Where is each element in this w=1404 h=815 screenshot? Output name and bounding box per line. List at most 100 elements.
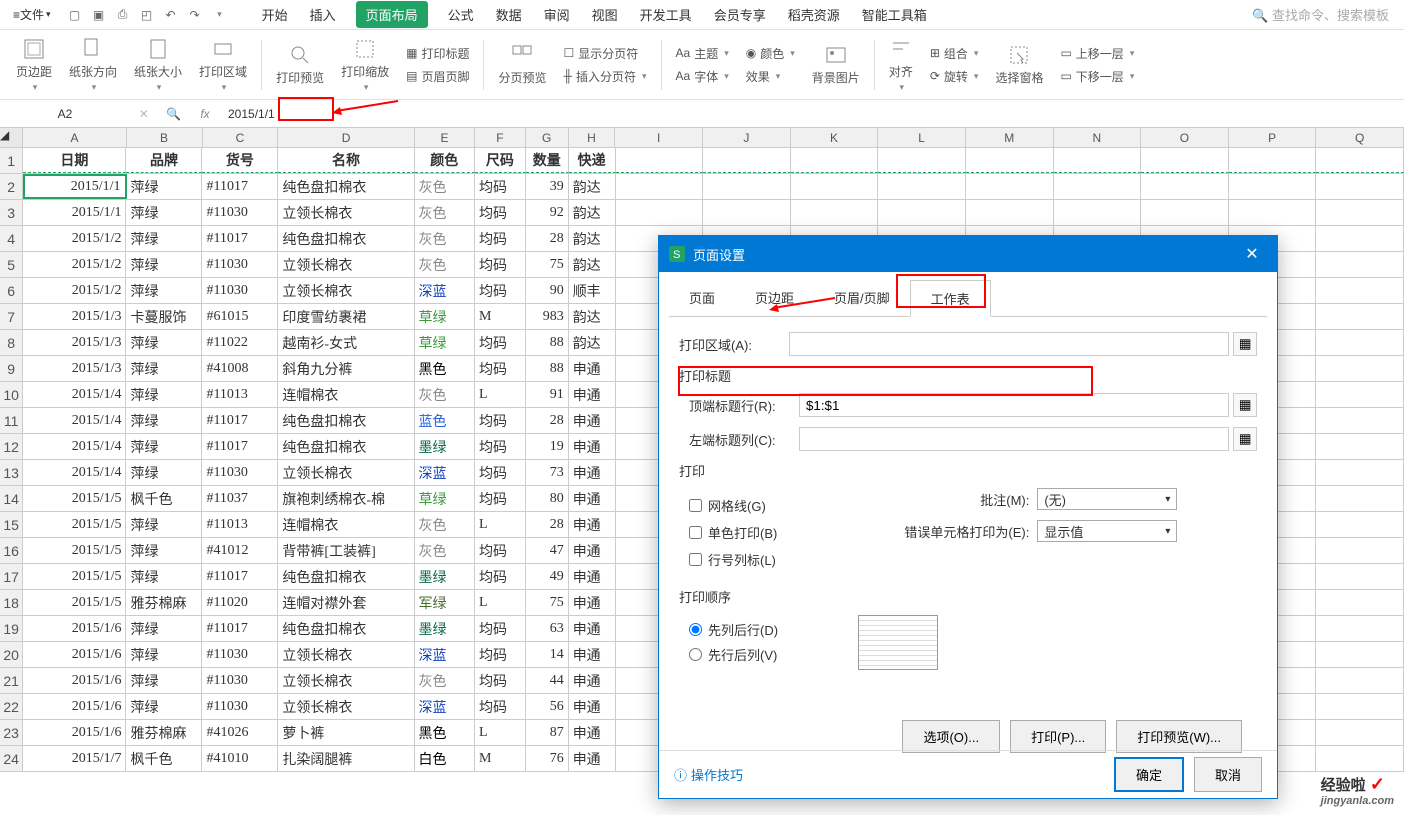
header-cell[interactable]: 名称 [278,148,414,173]
tab-9[interactable]: 稻壳资源 [786,1,842,28]
options-button[interactable]: 选项(O)... [902,720,1000,753]
cell[interactable]: 88 [526,356,569,381]
theme-button[interactable]: Aa 主题 [674,43,731,64]
ref-button[interactable]: ▦ [1233,332,1257,356]
cell[interactable]: 连帽对襟外套 [278,590,414,615]
cell[interactable]: #41008 [202,356,278,381]
cell[interactable]: 2015/1/4 [23,382,126,407]
cell[interactable]: M [475,304,526,329]
cell[interactable]: 申通 [569,746,616,771]
cell[interactable]: 44 [526,668,569,693]
col-header[interactable]: A [23,128,126,147]
cell[interactable]: 白色 [415,746,475,771]
cell[interactable]: 萍绿 [126,330,202,355]
cell[interactable]: 2015/1/3 [23,330,126,355]
cell[interactable]: 萍绿 [126,616,202,641]
cell[interactable]: 立领长棉衣 [278,252,414,277]
print-preview-button[interactable]: 打印预览 [270,41,330,88]
tips-link[interactable]: ⓘ 操作技巧 [674,765,743,784]
dialog-title-bar[interactable]: S 页面设置 ✕ [659,236,1277,272]
color-button[interactable]: ◉ 颜色 [744,43,797,64]
cell[interactable]: 均码 [475,434,526,459]
col-header[interactable]: E [415,128,475,147]
cell[interactable]: 申通 [569,694,616,719]
cell[interactable]: 申通 [569,590,616,615]
cell[interactable]: 萍绿 [126,668,202,693]
row-header[interactable]: 16 [0,538,23,563]
cell[interactable]: 28 [526,408,569,433]
ok-button[interactable]: 确定 [1114,757,1184,792]
cell[interactable]: 萍绿 [126,408,202,433]
cell[interactable]: 87 [526,720,569,745]
print-area-button[interactable]: 打印区域 [193,35,253,95]
file-menu[interactable]: ≡ 文件 ▾ [5,6,59,23]
cell[interactable]: 75 [526,590,569,615]
cell[interactable]: #11017 [202,226,278,251]
cell[interactable]: 萍绿 [126,278,202,303]
cell[interactable]: 萍绿 [126,538,202,563]
down-over-radio[interactable]: 先列后行(D) [689,620,778,639]
cell[interactable]: 韵达 [569,200,616,225]
cell[interactable]: 2015/1/7 [23,746,126,771]
cell[interactable]: 均码 [475,356,526,381]
cell[interactable]: 深蓝 [415,694,475,719]
cell[interactable]: 扎染阔腿裤 [278,746,414,771]
dialog-tab-0[interactable]: 页面 [669,280,735,316]
cell[interactable]: 萍绿 [126,252,202,277]
cell[interactable]: 背带裤[工装裤] [278,538,414,563]
tab-5[interactable]: 审阅 [542,1,572,28]
cell[interactable]: 顺丰 [569,278,616,303]
cell[interactable]: 灰色 [415,174,475,199]
row-header[interactable]: 23 [0,720,23,745]
cell[interactable]: 2015/1/5 [23,564,126,589]
print-area-input[interactable] [789,332,1229,356]
dialog-tab-3[interactable]: 工作表 [910,280,991,317]
cell[interactable]: 92 [526,200,569,225]
header-cell[interactable]: 尺码 [475,148,526,173]
row-header[interactable]: 18 [0,590,23,615]
row-header[interactable]: 4 [0,226,23,251]
tab-7[interactable]: 开发工具 [638,1,694,28]
cell[interactable]: 萍绿 [126,642,202,667]
cell[interactable]: 深蓝 [415,642,475,667]
cell[interactable]: 80 [526,486,569,511]
cell[interactable]: 灰色 [415,226,475,251]
print-icon[interactable]: ⎙ [112,4,134,26]
row-header[interactable]: 1 [0,148,23,173]
move-down-button[interactable]: ▭ 下移一层 [1058,66,1136,87]
cell[interactable]: 均码 [475,616,526,641]
cell[interactable]: 49 [526,564,569,589]
col-header[interactable]: L [878,128,966,147]
cell[interactable]: 雅芬棉麻 [126,720,202,745]
cell[interactable]: 立领长棉衣 [278,460,414,485]
save-icon[interactable]: ▢ [64,4,86,26]
row-header[interactable]: 22 [0,694,23,719]
header-cell[interactable]: 颜色 [415,148,475,173]
tab-2[interactable]: 页面布局 [356,1,428,28]
cell[interactable]: 灰色 [415,668,475,693]
cell[interactable]: 75 [526,252,569,277]
rotate-button[interactable]: ⟳ 旋转 [928,66,981,87]
cell[interactable]: 2015/1/2 [23,278,126,303]
row-header[interactable]: 8 [0,330,23,355]
tab-4[interactable]: 数据 [494,1,524,28]
cell[interactable]: 均码 [475,538,526,563]
cell[interactable]: 申通 [569,486,616,511]
cell[interactable]: 申通 [569,408,616,433]
tab-3[interactable]: 公式 [446,1,476,28]
cell[interactable]: 2015/1/5 [23,512,126,537]
cell[interactable]: 申通 [569,512,616,537]
cell[interactable]: 雅芬棉麻 [126,590,202,615]
row-header[interactable]: 6 [0,278,23,303]
cell[interactable]: #11017 [202,616,278,641]
row-header[interactable]: 10 [0,382,23,407]
formula-input[interactable]: 2015/1/1 [220,107,1404,121]
cell[interactable]: 2015/1/4 [23,408,126,433]
header-cell[interactable]: 货号 [202,148,278,173]
font-button[interactable]: Aa 字体 [674,66,731,87]
col-header[interactable]: F [475,128,526,147]
preview-button[interactable]: 打印预览(W)... [1116,720,1242,753]
cell[interactable]: 2015/1/5 [23,486,126,511]
cell[interactable]: 萝卜裤 [278,720,414,745]
row-header[interactable]: 13 [0,460,23,485]
